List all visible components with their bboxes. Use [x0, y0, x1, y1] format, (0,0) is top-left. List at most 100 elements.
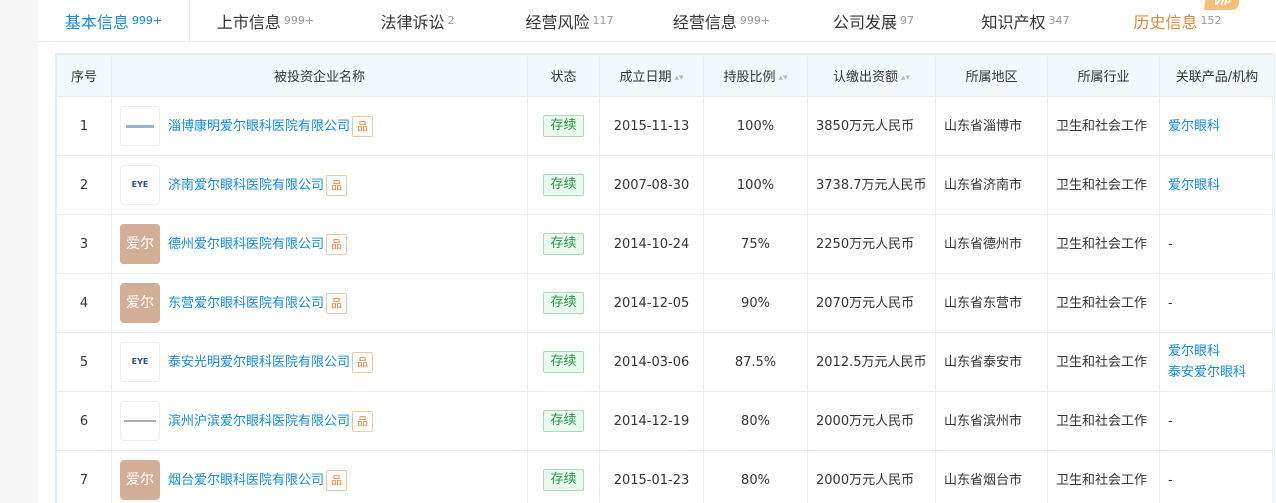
tab-count: 152 [1200, 14, 1222, 27]
tab-label: 基本信息 [64, 12, 129, 32]
tab-label: 历史信息 [1133, 12, 1198, 32]
cell-date: 2007-08-30 [599, 155, 704, 215]
tab-count: 117 [592, 14, 614, 27]
cell-company: EYE 泰安光明爱尔眼科医院有限公司品 [111, 332, 528, 392]
content-panel: 基本信息 999+ 上市信息 999+ 法律诉讼 2 经营风险 117 经营信息 999+ 公司发展… [38, 0, 1276, 503]
table-row: 5 EYE 泰安光明爱尔眼科医院有限公司品 存续 2014-03-06 87.5% 2012… [56, 332, 1275, 392]
cell-company: EYE 济南爱尔眼科医院有限公司品 [111, 155, 528, 215]
tab-label: 经营信息 [672, 12, 737, 32]
status-badge: 存续 [543, 469, 584, 491]
logo-text: 爱尔 [126, 294, 154, 311]
cell-date: 2014-12-19 [599, 391, 704, 451]
status-badge: 存续 [543, 410, 584, 432]
tab-3[interactable]: 经营风险 117 [494, 0, 646, 41]
cell-capital: 2070万元人民币 [807, 273, 936, 333]
col-header-ratio[interactable]: 持股比例 ▴▾ [703, 54, 808, 97]
cell-industry: 卫生和社会工作 [1047, 332, 1160, 392]
company-name-link[interactable]: 东营爱尔眼科医院有限公司 [168, 293, 324, 314]
related-item[interactable]: 爱尔眼科 [1168, 116, 1266, 137]
company-name-link[interactable]: 德州爱尔眼科医院有限公司 [168, 234, 324, 255]
sort-icon[interactable]: ▴▾ [674, 73, 683, 83]
company-logo[interactable]: EYE [120, 165, 160, 205]
company-name-link[interactable]: 烟台爱尔眼科医院有限公司 [168, 470, 324, 491]
company-name-link[interactable]: 滨州沪滨爱尔眼科医院有限公司 [168, 411, 350, 432]
col-header-index: 序号 [56, 54, 112, 97]
logo-graphic [126, 124, 154, 128]
cell-date: 2015-01-23 [599, 450, 704, 503]
related-item[interactable]: 爱尔眼科 [1168, 175, 1266, 196]
status-badge: 存续 [543, 174, 584, 196]
logo-text: EYE [131, 180, 149, 189]
cell-status: 存续 [527, 96, 600, 156]
tab-count: 347 [1048, 14, 1070, 27]
equity-tree-icon[interactable]: 品 [326, 469, 348, 491]
cell-date: 2014-10-24 [599, 214, 704, 274]
cell-ratio: 75% [703, 214, 808, 274]
cell-index: 1 [56, 96, 112, 156]
sort-icon[interactable]: ▴▾ [901, 73, 910, 83]
table-row: 1 淄博康明爱尔眼科医院有限公司品存续 2015-11-13 100% 3850万元人民… [56, 96, 1275, 156]
logo-text: EYE [131, 357, 149, 366]
tab-5[interactable]: 公司发展 97 [798, 0, 950, 41]
tab-count: 999+ [283, 14, 315, 27]
equity-tree-icon[interactable]: 品 [352, 351, 374, 373]
tab-0[interactable]: 基本信息 999+ [38, 0, 190, 41]
cell-region: 山东省济南市 [935, 155, 1048, 215]
cell-index: 4 [56, 273, 112, 333]
table-row: 7 爱尔 烟台爱尔眼科医院有限公司品存续 2015-01-23 80% 2000万元人民币… [56, 450, 1275, 503]
cell-capital: 3738.7万元人民币 [807, 155, 936, 215]
sort-icon[interactable]: ▴▾ [778, 73, 787, 83]
related-item[interactable]: 泰安爱尔眼科 [1168, 362, 1266, 383]
tab-1[interactable]: 上市信息 999+ [190, 0, 342, 41]
status-badge: 存续 [543, 351, 584, 373]
equity-tree-icon[interactable]: 品 [352, 410, 374, 432]
cell-date: 2014-12-05 [599, 273, 704, 333]
equity-tree-icon[interactable]: 品 [326, 292, 348, 314]
col-header-region: 所属地区 [935, 54, 1048, 97]
tab-6[interactable]: 知识产权 347 [950, 0, 1102, 41]
company-name-link[interactable]: 淄博康明爱尔眼科医院有限公司 [168, 116, 350, 137]
col-header-date[interactable]: 成立日期 ▴▾ [599, 54, 704, 97]
cell-status: 存续 [527, 155, 600, 215]
vip-badge: VIP [1204, 0, 1240, 10]
cell-status: 存续 [527, 391, 600, 451]
company-logo[interactable] [120, 401, 160, 441]
logo-text: 爱尔 [126, 235, 154, 252]
tab-2[interactable]: 法律诉讼 2 [342, 0, 494, 41]
company-logo[interactable]: EYE [120, 342, 160, 382]
tab-label: 上市信息 [216, 12, 281, 32]
cell-ratio: 80% [703, 450, 808, 503]
company-name-link[interactable]: 济南爱尔眼科医院有限公司 [168, 175, 324, 196]
cell-ratio: 100% [703, 96, 808, 156]
tab-bar: 基本信息 999+ 上市信息 999+ 法律诉讼 2 经营风险 117 经营信息 999+ 公司发展… [38, 0, 1276, 42]
cell-capital: 2000万元人民币 [807, 391, 936, 451]
logo-graphic [124, 420, 156, 422]
company-logo[interactable] [120, 106, 160, 146]
cell-index: 6 [56, 391, 112, 451]
equity-tree-icon[interactable]: 品 [326, 174, 348, 196]
cell-industry: 卫生和社会工作 [1047, 155, 1160, 215]
cell-related: 爱尔眼科 泰安爱尔眼科 [1159, 332, 1275, 392]
cell-region: 山东省德州市 [935, 214, 1048, 274]
company-logo[interactable]: 爱尔 [120, 283, 160, 323]
cell-index: 5 [56, 332, 112, 392]
company-name-link[interactable]: 泰安光明爱尔眼科医院有限公司 [168, 352, 350, 373]
col-header-company: 被投资企业名称 [111, 54, 528, 97]
tab-count: 999+ [739, 14, 771, 27]
cell-ratio: 90% [703, 273, 808, 333]
equity-tree-icon[interactable]: 品 [326, 233, 348, 255]
col-header-capital[interactable]: 认缴出资额 ▴▾ [807, 54, 936, 97]
company-logo[interactable]: 爱尔 [120, 460, 160, 500]
tab-7[interactable]: 历史信息 152 VIP [1102, 0, 1254, 41]
cell-index: 2 [56, 155, 112, 215]
company-logo[interactable]: 爱尔 [120, 224, 160, 264]
equity-tree-icon[interactable]: 品 [352, 115, 374, 137]
cell-ratio: 87.5% [703, 332, 808, 392]
cell-company: 爱尔 烟台爱尔眼科医院有限公司品 [111, 450, 528, 503]
logo-text: 爱尔 [126, 471, 154, 488]
cell-related: - [1159, 450, 1275, 503]
cell-ratio: 100% [703, 155, 808, 215]
cell-region: 山东省烟台市 [935, 450, 1048, 503]
tab-4[interactable]: 经营信息 999+ [646, 0, 798, 41]
related-item[interactable]: 爱尔眼科 [1168, 341, 1266, 362]
